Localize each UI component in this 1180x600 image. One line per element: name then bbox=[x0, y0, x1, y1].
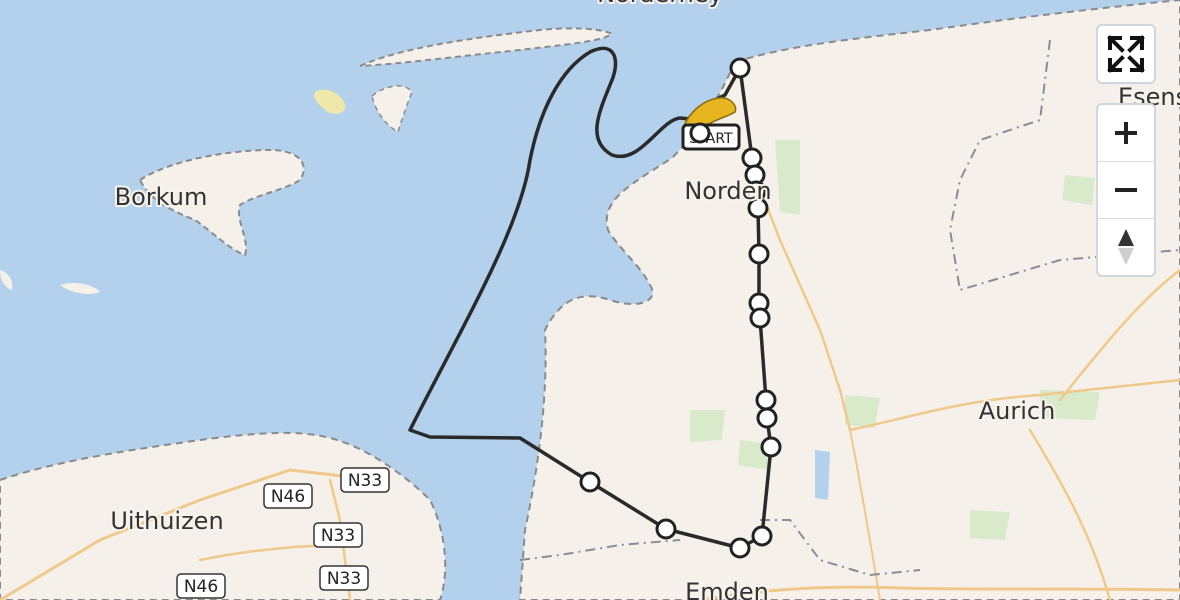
place-label-borkum: Borkum bbox=[115, 183, 208, 211]
place-label-uithuizen: Uithuizen bbox=[110, 507, 223, 535]
road-shield-n33-lower: N33 bbox=[319, 565, 369, 591]
road-shield-n33-upper: N33 bbox=[340, 467, 390, 493]
route-stop-marker[interactable] bbox=[741, 147, 763, 169]
fullscreen-icon bbox=[1107, 35, 1145, 73]
map-canvas[interactable]: START Norderney Borkum Norden Esens Auri… bbox=[0, 0, 1180, 600]
zoom-in-button[interactable] bbox=[1098, 105, 1154, 161]
forest-area bbox=[690, 410, 725, 442]
zoom-out-icon bbox=[1115, 188, 1137, 192]
zoom-control bbox=[1096, 103, 1156, 277]
route-stop-marker[interactable] bbox=[689, 122, 711, 144]
route-stop-marker[interactable] bbox=[655, 518, 677, 540]
road-shield-n46-lower: N46 bbox=[176, 573, 226, 599]
forest-area bbox=[845, 395, 880, 428]
place-label-norden: Norden bbox=[684, 177, 771, 205]
fullscreen-control bbox=[1096, 24, 1156, 84]
compass-icon bbox=[1118, 229, 1134, 265]
route-stop-marker[interactable] bbox=[751, 525, 773, 547]
route-stop-marker[interactable] bbox=[749, 307, 771, 329]
route-stop-marker[interactable] bbox=[756, 407, 778, 429]
route-stop-marker[interactable] bbox=[579, 471, 601, 493]
shield-label: N33 bbox=[327, 569, 361, 589]
zoom-out-button[interactable] bbox=[1098, 161, 1154, 218]
shield-label: N46 bbox=[271, 487, 305, 507]
place-label-norderney: Norderney bbox=[597, 0, 723, 8]
fullscreen-button[interactable] bbox=[1098, 26, 1154, 82]
lake bbox=[815, 450, 830, 500]
zoom-in-icon bbox=[1115, 122, 1137, 144]
forest-area bbox=[970, 510, 1010, 540]
road-shield-n46-upper: N46 bbox=[263, 483, 313, 509]
shield-label: N46 bbox=[184, 577, 218, 597]
route-stop-marker[interactable] bbox=[729, 57, 751, 79]
shield-label: N33 bbox=[321, 526, 355, 546]
route-stop-marker[interactable] bbox=[755, 389, 777, 411]
compass-button[interactable] bbox=[1098, 218, 1154, 275]
route-stop-marker[interactable] bbox=[748, 243, 770, 265]
place-label-emden: Emden bbox=[685, 578, 769, 600]
route-stop-marker[interactable] bbox=[760, 436, 782, 458]
shield-label: N33 bbox=[348, 471, 382, 491]
place-label-aurich: Aurich bbox=[979, 397, 1056, 425]
road-shield-n33-middle: N33 bbox=[313, 522, 363, 548]
forest-area bbox=[1062, 175, 1095, 205]
route-stop-marker[interactable] bbox=[729, 537, 751, 559]
